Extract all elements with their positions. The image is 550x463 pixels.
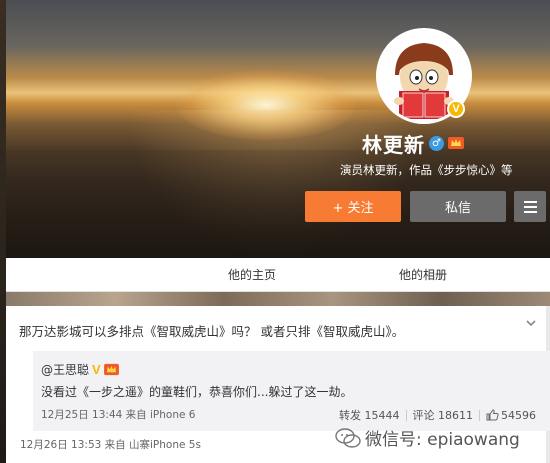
hamburger-line <box>523 210 537 213</box>
follow-button[interactable]: + 关注 <box>305 191 401 222</box>
hamburger-line <box>523 200 537 203</box>
vip-crown-icon <box>103 363 119 376</box>
profile-name: 林更新 <box>362 132 425 157</box>
profile-tab-bar: 他的主页 他的相册 <box>6 258 550 292</box>
weibo-profile-screen: V 林更新 ♂ 演员林更新，作品《步步惊心》等 + 关注 私信 他的主页 他的相… <box>0 0 550 463</box>
post-meta: 12月26日 13:53 来自 山寨iPhone 5s <box>20 439 201 451</box>
divider <box>405 409 407 421</box>
watermark: 微信号: epiaowang <box>335 425 520 450</box>
profile-bio: 演员林更新，作品《步步惊心》等 <box>340 163 513 177</box>
verified-v-icon: V <box>92 362 101 377</box>
tab-album[interactable]: 他的相册 <box>399 258 447 292</box>
repost-meta: 12月25日 13:44 来自 iPhone 6 <box>41 409 196 421</box>
reposted-content[interactable]: @王思聪 V 没看过《一步之遥》的童鞋们，恭喜你们...躲过了这一劫。 12月2… <box>33 351 550 431</box>
repost-text: 没看过《一步之遥》的童鞋们，恭喜你们...躲过了这一劫。 <box>41 385 353 399</box>
more-menu-button[interactable] <box>514 191 546 222</box>
name-row: 林更新 ♂ <box>362 130 464 157</box>
verified-badge-icon: V <box>447 100 465 118</box>
hamburger-line <box>523 205 537 208</box>
watermark-text: 微信号: epiaowang <box>365 430 520 450</box>
repost-count[interactable]: 转发 15444 <box>339 407 400 423</box>
tab-home[interactable]: 他的主页 <box>228 258 276 292</box>
thumbs-up-icon[interactable] <box>486 409 499 421</box>
vip-crown-icon[interactable] <box>448 136 464 150</box>
repost-username[interactable]: @王思聪 <box>41 361 89 378</box>
repost-stats: 转发 15444 评论 18611 54596 <box>339 407 536 423</box>
repost-user-row: @王思聪 V <box>41 361 119 378</box>
male-gender-icon: ♂ <box>429 135 444 151</box>
post-text: 那万达影城可以多排点《智取威虎山》吗？ 或者只排《智取威虎山》。 <box>19 324 405 339</box>
message-button[interactable]: 私信 <box>410 191 506 222</box>
like-count[interactable]: 54596 <box>501 409 536 422</box>
comment-count[interactable]: 评论 18611 <box>413 407 474 423</box>
photo-strip <box>6 292 550 306</box>
wechat-icon <box>335 427 361 448</box>
chevron-down-icon[interactable] <box>524 316 538 330</box>
divider <box>479 409 480 421</box>
